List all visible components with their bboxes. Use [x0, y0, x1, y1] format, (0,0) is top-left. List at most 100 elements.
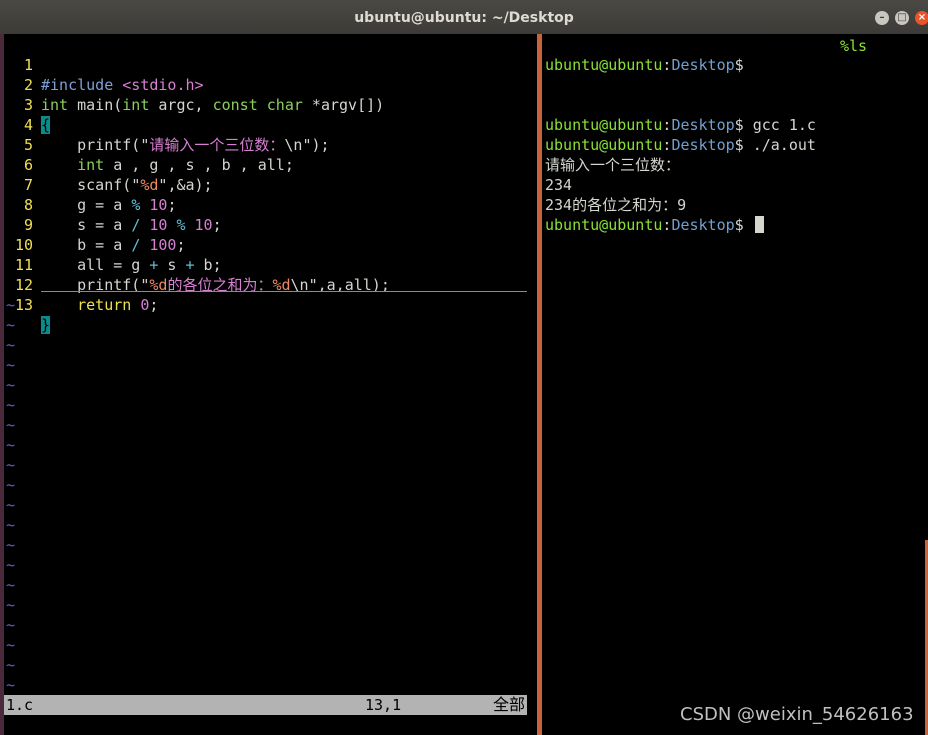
terminal-pane[interactable]: %ls ubuntu@ubuntu:Desktop$ ubuntu@ubuntu… [542, 34, 928, 735]
text-cursor [754, 216, 764, 233]
code-text: main( [68, 96, 123, 114]
number-literal: 10 [149, 216, 168, 234]
prompt-path: Desktop [671, 116, 735, 134]
string-literal: 请输入一个三位数： [149, 136, 285, 154]
code-text: ,&a); [167, 176, 213, 194]
close-button[interactable]: × [915, 11, 928, 25]
code-text: ); [311, 136, 330, 154]
tilde-marker: ~ [6, 516, 16, 534]
code-line-5: 5 int a , g , s , b , all; [0, 115, 294, 174]
code-line-3: 3 { [0, 75, 54, 134]
code-line-6: 6 scanf("%d",&a); [0, 135, 213, 194]
output-line: 234的各位之和为：9 [545, 196, 687, 214]
prompt-symbol: $ [734, 136, 744, 154]
prompt-path: Desktop [671, 216, 735, 234]
operator: / [131, 236, 141, 254]
tilde-marker: ~ [6, 476, 16, 494]
terminal-window: ubuntu@ubuntu: ~/Desktop – □ × 1 #includ… [0, 0, 928, 735]
operator: % [176, 216, 186, 234]
type-keyword: const [212, 96, 258, 114]
code-line-10: 10 all = g + s + b; [0, 215, 222, 274]
tilde-marker: ~ [6, 536, 16, 554]
code-text: *argv[]) [302, 96, 385, 114]
prompt-line: ubuntu@ubuntu:Desktop$ ./a.out [545, 135, 816, 155]
code-text: ; [167, 196, 177, 214]
tilde-marker: ~ [6, 436, 16, 454]
escape-seq: \n [284, 136, 303, 154]
prompt-user: ubuntu@ubuntu [545, 216, 663, 234]
code-line-1: 1 #include <stdio.h> [0, 35, 204, 94]
code-line-4: 4 printf("请输入一个三位数：\n"); [0, 95, 330, 154]
prompt-symbol: $ [734, 56, 744, 74]
tilde-marker: ~ [6, 656, 16, 674]
tilde-marker: ~ [6, 576, 16, 594]
code-line-12: 12 return 0; [0, 255, 158, 314]
operator: % [131, 196, 141, 214]
code-text: argc, [149, 96, 213, 114]
code-text: b = a [77, 236, 132, 254]
window-title: ubuntu@ubuntu: ~/Desktop [354, 10, 574, 26]
function-call: scanf( [77, 176, 132, 194]
minimize-icon: – [879, 12, 885, 23]
code-line-9: 9 b = a / 100; [0, 195, 186, 254]
code-text: s = a [77, 216, 132, 234]
prompt-user: ubuntu@ubuntu [545, 136, 663, 154]
prompt-line-active[interactable]: ubuntu@ubuntu:Desktop$ [545, 215, 764, 235]
code-text: b; [194, 256, 222, 274]
status-scroll-percent: 全部 [492, 695, 525, 714]
prompt-line: ubuntu@ubuntu:Desktop$ gcc 1.c [545, 115, 816, 135]
cursorline-underline [41, 291, 527, 292]
code-text: " [131, 176, 141, 194]
tilde-marker: ~ [6, 296, 16, 314]
tilde-marker: ~ [6, 316, 16, 334]
minimize-button[interactable]: – [875, 11, 889, 25]
command-text: gcc 1.c [743, 116, 816, 134]
code-text: all = g [77, 256, 150, 274]
tilde-marker: ~ [6, 356, 16, 374]
type-keyword: int [77, 156, 105, 174]
line-number: 13 [14, 296, 33, 314]
code-text: ; [176, 236, 186, 254]
title-bar[interactable]: ubuntu@ubuntu: ~/Desktop – □ × [0, 0, 928, 34]
code-text: ; [212, 216, 222, 234]
cursor-brace: } [41, 316, 51, 334]
maximize-icon: □ [897, 12, 907, 23]
prompt-line: ubuntu@ubuntu:Desktop$ [545, 55, 744, 75]
tilde-marker: ~ [6, 616, 16, 634]
tilde-marker: ~ [6, 416, 16, 434]
prompt-path: Desktop [671, 56, 735, 74]
code-line-7: 7 g = a % 10; [0, 155, 177, 214]
tilde-marker: ~ [6, 456, 16, 474]
prompt-path: Desktop [671, 136, 735, 154]
vim-status-line: 1.c 13,1 全部 [4, 695, 527, 715]
status-cursor-position: 13,1 [365, 696, 402, 714]
code-line-11: 11 printf("%d的各位之和为：%d\n",a,all); [0, 235, 390, 294]
code-text: ; [149, 296, 159, 314]
tilde-marker: ~ [6, 376, 16, 394]
tilde-marker: ~ [6, 676, 16, 694]
tilde-marker: ~ [6, 396, 16, 414]
type-keyword: int [122, 96, 150, 114]
tilde-marker: ~ [6, 336, 16, 354]
prompt-symbol: $ [734, 116, 744, 134]
return-keyword: return [77, 296, 132, 314]
number-literal: 10 [194, 216, 213, 234]
vim-editor-pane[interactable]: 1 #include <stdio.h> 2 int main(int argc… [0, 34, 537, 735]
close-icon: × [917, 12, 927, 23]
status-filename: 1.c [6, 696, 34, 714]
command-text: ./a.out [743, 136, 816, 154]
tilde-marker: ~ [6, 496, 16, 514]
code-line-13: 13 } [0, 275, 54, 334]
function-call: printf( [77, 136, 141, 154]
number-literal: 100 [149, 236, 177, 254]
operator: / [131, 216, 141, 234]
tilde-marker: ~ [6, 636, 16, 654]
code-line-2: 2 int main(int argc, const char *argv[]) [0, 55, 384, 114]
prompt-symbol: $ [734, 216, 744, 234]
include-file: <stdio.h> [122, 76, 204, 94]
prompt-user: ubuntu@ubuntu [545, 56, 663, 74]
command-echo: %ls [840, 37, 868, 55]
maximize-button[interactable]: □ [895, 11, 909, 25]
